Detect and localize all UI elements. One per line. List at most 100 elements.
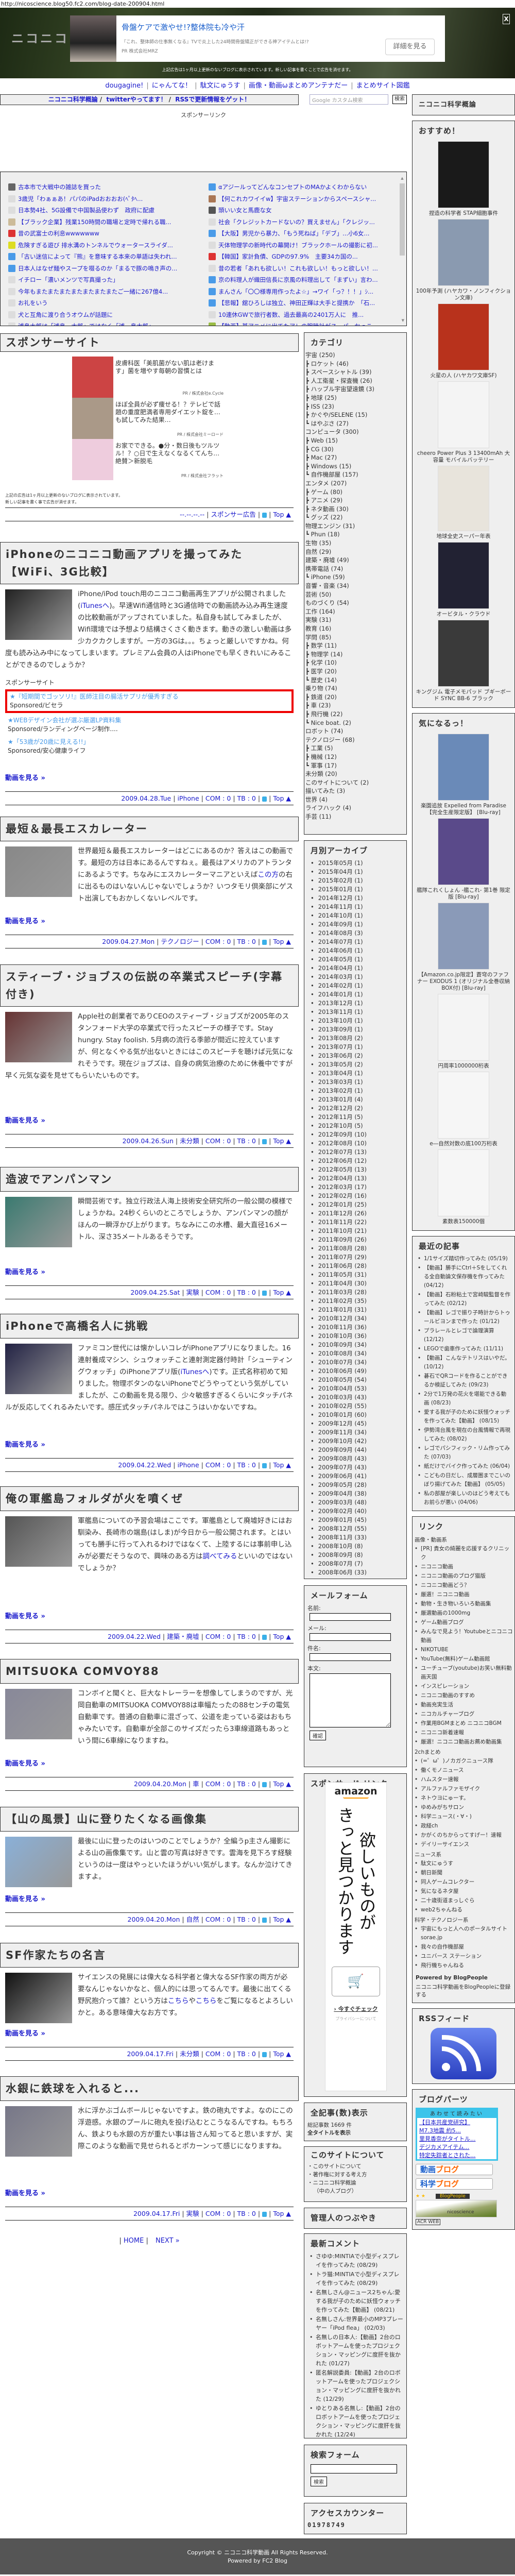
link-item[interactable]: ネトウヨにゅーす。 xyxy=(413,1794,514,1803)
product-image[interactable] xyxy=(438,903,489,970)
product-title[interactable]: キングジム 電子メモパッド ブギーボード SYNC BB-6 ブラック xyxy=(416,689,511,702)
comments-link[interactable]: COM : 0 xyxy=(205,938,231,945)
feed-item-title[interactable]: 【ブラック企業】残業150時間の職場と定時で帰れる職... xyxy=(18,218,171,226)
nav-link[interactable]: 駄文にゅうす xyxy=(200,82,240,90)
product-title[interactable]: e―自然対数の底100万桁表 xyxy=(416,1141,511,1147)
comments-link[interactable]: COM : 0 xyxy=(205,1137,231,1145)
link-item[interactable]: みんなで見よう！Youtubeとニコニコ動画 xyxy=(413,1628,514,1645)
feed-item[interactable]: 日本勢4社、5G設備で中国製品使わず 政府に配慮 xyxy=(8,205,199,216)
category-item[interactable]: ┗ 軍事 (17) xyxy=(305,761,403,770)
archive-item[interactable]: 2011年06月 (28) xyxy=(307,1262,403,1270)
archive-item[interactable]: 2010年04月 (53) xyxy=(307,1384,403,1393)
feed-item-title[interactable]: 昔の若者「あれも欲しい！これも欲しい！もっと欲しい！... xyxy=(218,264,378,273)
inline-sponsor-item[interactable]: ★『短期間でゴッソリ!』医師注目の腸活サプリが優秀すぎる Sponsored/ビセ… xyxy=(5,689,294,713)
archive-item[interactable]: 2014年07月 (1) xyxy=(307,938,403,946)
category-item[interactable]: ┣ ゲーム (80) xyxy=(305,488,403,497)
category-item[interactable]: ┗ Nice boat. (2) xyxy=(305,719,403,727)
link-item[interactable]: ハムスター速報 xyxy=(413,1775,514,1784)
feed-item-title[interactable]: 古本市で大戦中の雑誌を買った xyxy=(18,183,101,191)
archive-item[interactable]: 2015年04月 (1) xyxy=(307,868,403,876)
archive-item[interactable]: 2013年01月 (4) xyxy=(307,1095,403,1104)
comments-link[interactable]: COM : 0 xyxy=(205,2210,231,2217)
feed-item-title[interactable]: 危険すぎる遊び 排水溝のトンネルでウォータースライダ... xyxy=(18,241,173,249)
comments-link[interactable]: COM : 0 xyxy=(205,1633,231,1640)
twitter-icon[interactable] xyxy=(262,1634,267,1640)
feed-item[interactable]: 【韓国】家計負債、GDPの97.9% 主要34カ国の... xyxy=(209,251,399,263)
archive-item[interactable]: 2012年08月 (10) xyxy=(307,1139,403,1148)
feed-item-title[interactable]: 社会「クレジットカードないの？買えません」「クレジッ... xyxy=(218,218,375,226)
archive-item[interactable]: 2011年07月 (29) xyxy=(307,1253,403,1262)
link-item[interactable]: ユニバース ステーション xyxy=(413,1952,514,1961)
article-title[interactable]: 【山の風景】山に登りたくなる画像集 xyxy=(0,1807,299,1832)
archive-item[interactable]: 2009年12月 (45) xyxy=(307,1419,403,1428)
nav-link[interactable]: まとめサイト図鑑 xyxy=(356,82,410,90)
archive-item[interactable]: 2010年07月 (34) xyxy=(307,1358,403,1367)
link-item[interactable]: デイリーサイエンス xyxy=(413,1840,514,1849)
twitter-icon[interactable] xyxy=(262,1290,267,1296)
archive-item[interactable]: 2013年11月 (1) xyxy=(307,1008,403,1016)
privacy-link[interactable]: プライバシーについて xyxy=(325,2016,386,2022)
awasete-widget[interactable]: あわせて読みたい 【日本共産党研究】 M7.3地震 約5... 里見香奈がタイトル.… xyxy=(416,2108,498,2161)
archive-item[interactable]: 2013年10月 (1) xyxy=(307,1016,403,1025)
post-category-link[interactable]: スポンサー広告 xyxy=(211,511,256,518)
close-ad-button[interactable]: X xyxy=(503,14,510,24)
amazon-ad[interactable]: amazon 欲しいものが きっと見つかります 🛒 › 今すぐチェック プライバ… xyxy=(325,1782,387,2091)
link-item[interactable]: アルファルファモザイク xyxy=(413,1785,514,1793)
post-category-link[interactable]: 自然 xyxy=(186,1916,199,1923)
link-item[interactable]: 同人ゲームコレクター xyxy=(413,1878,514,1887)
archive-item[interactable]: 2009年02月 (40) xyxy=(307,1507,403,1516)
category-item[interactable]: ┣ ハッブル宇宙望遠鏡 (3) xyxy=(305,385,403,394)
product-item[interactable]: 円周率1000000桁表 xyxy=(416,994,511,1070)
feed-item[interactable]: イチロー「濃いメンツで写真撮った」 xyxy=(8,274,199,286)
link-item[interactable]: 宇宙にもっと人へのポータルサイト sorae.jp xyxy=(413,1925,514,1942)
product-title[interactable]: 楽園追放 Expelled from Paradise【完全生産限定版】 [Bl… xyxy=(416,803,511,816)
archive-item[interactable]: 2008年06月 (33) xyxy=(307,1568,403,1577)
comment-item[interactable]: 名無しさん:世界最小のMP3プレーヤー「iPod flea」 (02/03) xyxy=(307,2315,403,2332)
name-input[interactable] xyxy=(310,1613,391,1621)
show-all-titles-link[interactable]: 全タイトルを表示 xyxy=(304,2129,406,2137)
category-item[interactable]: ┗ 歴史 (14) xyxy=(305,676,403,685)
category-item[interactable]: ┣ 機械 (12) xyxy=(305,753,403,761)
link-item[interactable]: 科学ニュース(・∀・) xyxy=(413,1812,514,1821)
product-title[interactable]: 艦隊これくしょん -艦これ- 第1巻 限定版 [Blu-ray] xyxy=(416,887,511,901)
link-item[interactable]: ニコニコ動画のすすめ xyxy=(413,1691,514,1700)
category-item[interactable]: ┣ 人工衛星・探査機 (26) xyxy=(305,377,403,385)
archive-item[interactable]: 2012年02月 (16) xyxy=(307,1192,403,1200)
archive-item[interactable]: 2012年11月 (5) xyxy=(307,1113,403,1122)
recent-post-item[interactable]: 【動画】石粉粘土で宮崎駿監督を作ってみた (02/12) xyxy=(416,1291,511,1308)
nav-link[interactable]: にゃんてな！ xyxy=(152,82,192,90)
awasete-item[interactable]: 里見香奈がタイトル... xyxy=(417,2134,496,2143)
post-category-link[interactable]: 車 xyxy=(193,1780,199,1788)
post-category-link[interactable]: iPhone xyxy=(177,794,199,802)
science-blog-banner[interactable]: 科学ブログ xyxy=(416,2178,493,2190)
link-item[interactable]: 厳選動画の1000mg xyxy=(413,1609,514,1618)
archive-item[interactable]: 2013年09月 (1) xyxy=(307,1025,403,1034)
product-item[interactable]: 楽園追放 Expelled from Paradise【完全生産限定版】 [Bl… xyxy=(416,734,511,816)
feed-scrollbar-thumb[interactable] xyxy=(400,183,405,256)
recent-post-item[interactable]: 愛する我が子のために妖怪ウォッチを作ってみた【動画】 (08/15) xyxy=(416,1408,511,1426)
product-title[interactable]: 【Amazon.co.jp限定】蒼穹のファフナー EXODUS 1 (オリジナル… xyxy=(416,972,511,992)
twitter-icon[interactable] xyxy=(262,1139,267,1144)
back-to-top-link[interactable]: Top ▲ xyxy=(273,1780,291,1788)
feed-item-title[interactable]: 10連休GWで旅行者数、過去最高の2401万人に 推... xyxy=(218,311,364,319)
back-to-top-link[interactable]: Top ▲ xyxy=(273,938,291,945)
category-item[interactable]: 芸術 (50) xyxy=(305,590,403,599)
archive-item[interactable]: 2008年09月 (8) xyxy=(307,1551,403,1560)
twitter-icon[interactable] xyxy=(262,1463,267,1468)
product-title[interactable]: 捏造の科学者 STAP細胞事件 xyxy=(416,210,511,217)
product-image[interactable] xyxy=(438,466,489,531)
archive-item[interactable]: 2010年03月 (43) xyxy=(307,1393,403,1402)
article-thumbnail[interactable] xyxy=(5,1197,72,1247)
link-item[interactable]: ユーチューブ(youtube)お笑い無料動画天国 xyxy=(413,1664,514,1682)
link-item[interactable]: web2ちゃんねる xyxy=(413,1906,514,1914)
archive-item[interactable]: 2015年05月 (1) xyxy=(307,859,403,868)
feed-item[interactable]: 「古い迷信によって『熊』を意味する本来の単語は失われ... xyxy=(8,251,199,263)
archive-item[interactable]: 2011年04月 (30) xyxy=(307,1279,403,1288)
watch-video-link[interactable]: 動画を見る » xyxy=(0,2188,50,2197)
archive-item[interactable]: 2010年02月 (55) xyxy=(307,1402,403,1411)
product-image[interactable] xyxy=(438,381,489,448)
awasete-item[interactable]: 【日本共産党研究】 xyxy=(417,2118,496,2126)
link-item[interactable]: ニコカルチャーブログ xyxy=(413,1710,514,1719)
archive-item[interactable]: 2014年08月 (3) xyxy=(307,929,403,938)
archive-item[interactable]: 2010年08月 (34) xyxy=(307,1349,403,1358)
